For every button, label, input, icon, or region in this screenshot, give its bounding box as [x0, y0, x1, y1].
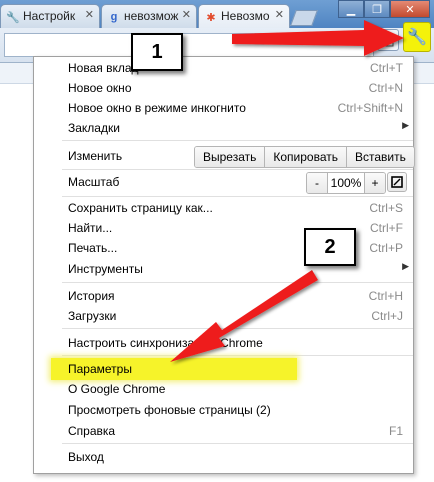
annotation-arrows	[170, 20, 404, 362]
callout-step-1: 1	[131, 33, 183, 71]
arrow-to-options	[170, 270, 318, 362]
callout-number: 1	[151, 40, 163, 63]
callout-step-2: 2	[304, 228, 356, 266]
arrow-to-wrench	[232, 20, 404, 56]
callout-number: 2	[324, 235, 336, 258]
